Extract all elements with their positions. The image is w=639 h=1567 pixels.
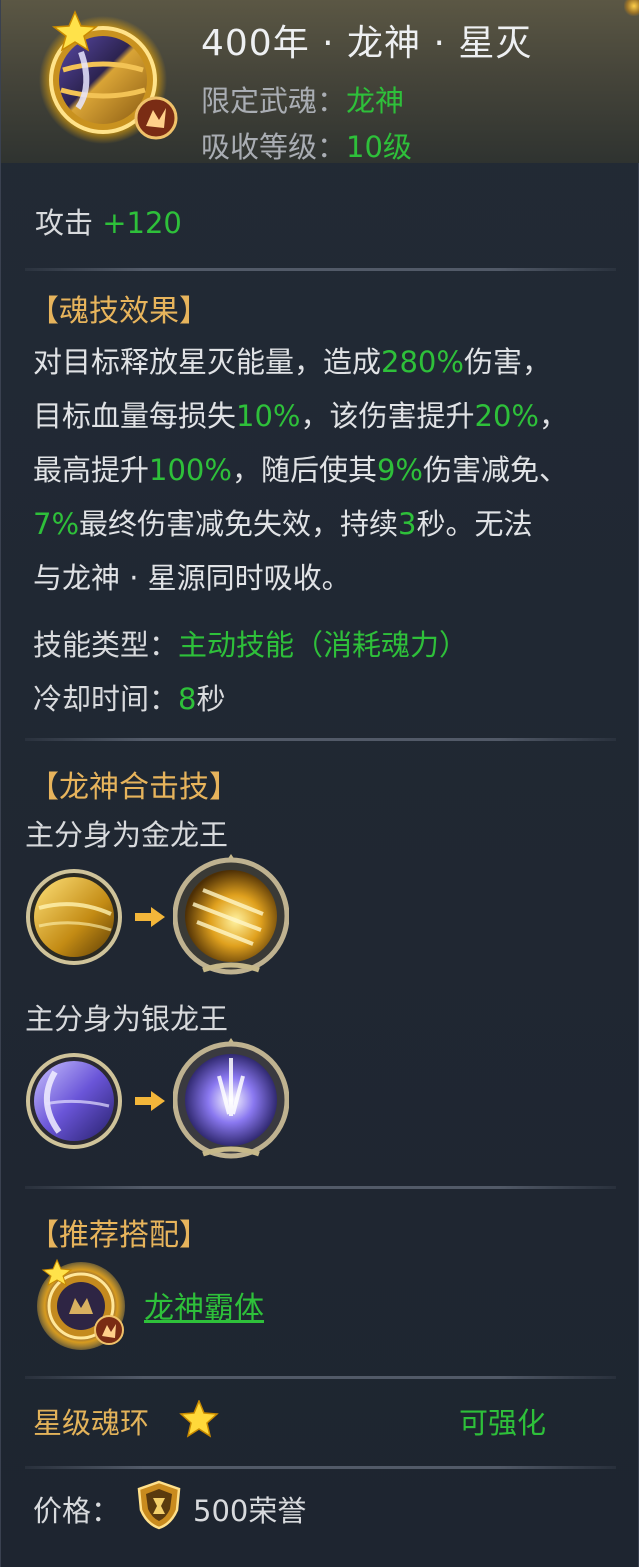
soul-ring-item-icon bbox=[39, 10, 178, 144]
effect-line: 最高提升100%，随后使其9%伤害减免、 bbox=[33, 443, 613, 497]
divider bbox=[25, 1466, 616, 1469]
divider bbox=[25, 1376, 616, 1379]
recommended-item-link[interactable]: 龙神霸体 bbox=[144, 1283, 264, 1327]
effect-description: 对目标释放星灭能量，造成280%伤害， 目标血量每损失10%，该伤害提升20%，最… bbox=[33, 335, 613, 605]
effect-value: 100% bbox=[149, 453, 232, 487]
recommended-item-icon[interactable] bbox=[35, 1258, 131, 1354]
absorb-label: 吸收等级： bbox=[201, 130, 347, 164]
gold-dragon-caption: 主分身为金龙王 bbox=[25, 818, 229, 852]
divider bbox=[25, 1186, 616, 1189]
effect-value: 7% bbox=[33, 507, 80, 541]
cooldown-label: 冷却时间： bbox=[33, 682, 179, 716]
effect-heading: 【魂技效果】 bbox=[29, 294, 209, 329]
cooldown-unit: 秒 bbox=[196, 682, 226, 716]
upgradeable-status[interactable]: 可强化 bbox=[459, 1400, 546, 1442]
limit-value: 龙神 bbox=[346, 84, 405, 118]
effect-value: 9% bbox=[376, 453, 423, 487]
effect-text: ， bbox=[538, 399, 568, 433]
price-value: 500荣誉 bbox=[193, 1494, 307, 1528]
skill-type-value: 主动技能（消耗魂力） bbox=[178, 628, 469, 662]
silver-combo-skill-icon bbox=[173, 1038, 289, 1159]
silver-dragon-caption: 主分身为银龙王 bbox=[25, 1002, 229, 1036]
attack-stat: 攻击 +120 bbox=[35, 200, 182, 242]
effect-text: 最终伤害减免失效，持续 bbox=[79, 507, 399, 541]
arrow-right-icon bbox=[135, 1091, 165, 1111]
effect-value: 10% bbox=[236, 399, 301, 433]
effect-text: 目标血量每损失 bbox=[33, 399, 237, 433]
effect-value: 3 bbox=[398, 507, 417, 541]
cooldown-row: 冷却时间：8秒 bbox=[33, 676, 225, 718]
effect-text: 伤害， bbox=[463, 345, 551, 379]
item-tooltip-panel: 400年 · 龙神 · 星灭 限定武魂：龙神 吸收等级：10级 攻击 +120 … bbox=[0, 0, 639, 1567]
limit-label: 限定武魂： bbox=[201, 84, 347, 118]
effect-line: 目标血量每损失10%，该伤害提升20%， bbox=[33, 389, 613, 443]
effect-text: 与龙神 · 星源同时吸收。 bbox=[33, 561, 351, 595]
effect-line: 与龙神 · 星源同时吸收。 bbox=[33, 551, 613, 605]
star-icon bbox=[179, 1400, 219, 1438]
skill-type-row: 技能类型：主动技能（消耗魂力） bbox=[33, 622, 468, 664]
effect-text: ，该伤害提升 bbox=[300, 399, 475, 433]
effect-line: 7%最终伤害减免失效，持续3秒。无法 bbox=[33, 497, 613, 551]
recommend-heading: 【推荐搭配】 bbox=[29, 1218, 209, 1253]
gold-combo-skill-icon bbox=[173, 854, 289, 975]
effect-text: 对目标释放星灭能量，造成 bbox=[33, 345, 382, 379]
arrow-right-icon bbox=[135, 907, 165, 927]
skill-type-label: 技能类型： bbox=[33, 628, 179, 662]
effect-value: 280% bbox=[381, 345, 464, 379]
divider bbox=[25, 268, 616, 271]
effect-text: ，随后使其 bbox=[231, 453, 377, 487]
attack-value: +120 bbox=[102, 206, 182, 240]
effect-value: 20% bbox=[474, 399, 539, 433]
effect-text: 伤害减免、 bbox=[422, 453, 568, 487]
combo-heading: 【龙神合击技】 bbox=[29, 770, 239, 805]
gold-skill-icon bbox=[26, 869, 122, 965]
item-title: 400年 · 龙神 · 星灭 bbox=[201, 23, 533, 64]
limit-row: 限定武魂：龙神 bbox=[201, 78, 404, 120]
price-label: 价格： bbox=[33, 1494, 121, 1528]
effect-text: 最高提升 bbox=[33, 453, 150, 487]
cooldown-value: 8 bbox=[178, 682, 197, 716]
effect-line: 对目标释放星灭能量，造成280%伤害， bbox=[33, 335, 613, 389]
corner-glow-decoration bbox=[624, 0, 639, 16]
effect-text: 秒。无法 bbox=[416, 507, 533, 541]
absorb-row: 吸收等级：10级 bbox=[201, 124, 412, 166]
divider bbox=[25, 738, 616, 741]
attack-label: 攻击 bbox=[35, 206, 94, 240]
honor-shield-icon bbox=[137, 1480, 181, 1530]
tooltip-header: 400年 · 龙神 · 星灭 限定武魂：龙神 吸收等级：10级 bbox=[1, 0, 639, 166]
silver-skill-icon bbox=[26, 1053, 122, 1149]
absorb-value: 10级 bbox=[346, 130, 412, 164]
star-ring-label: 星级魂环 bbox=[33, 1406, 150, 1440]
